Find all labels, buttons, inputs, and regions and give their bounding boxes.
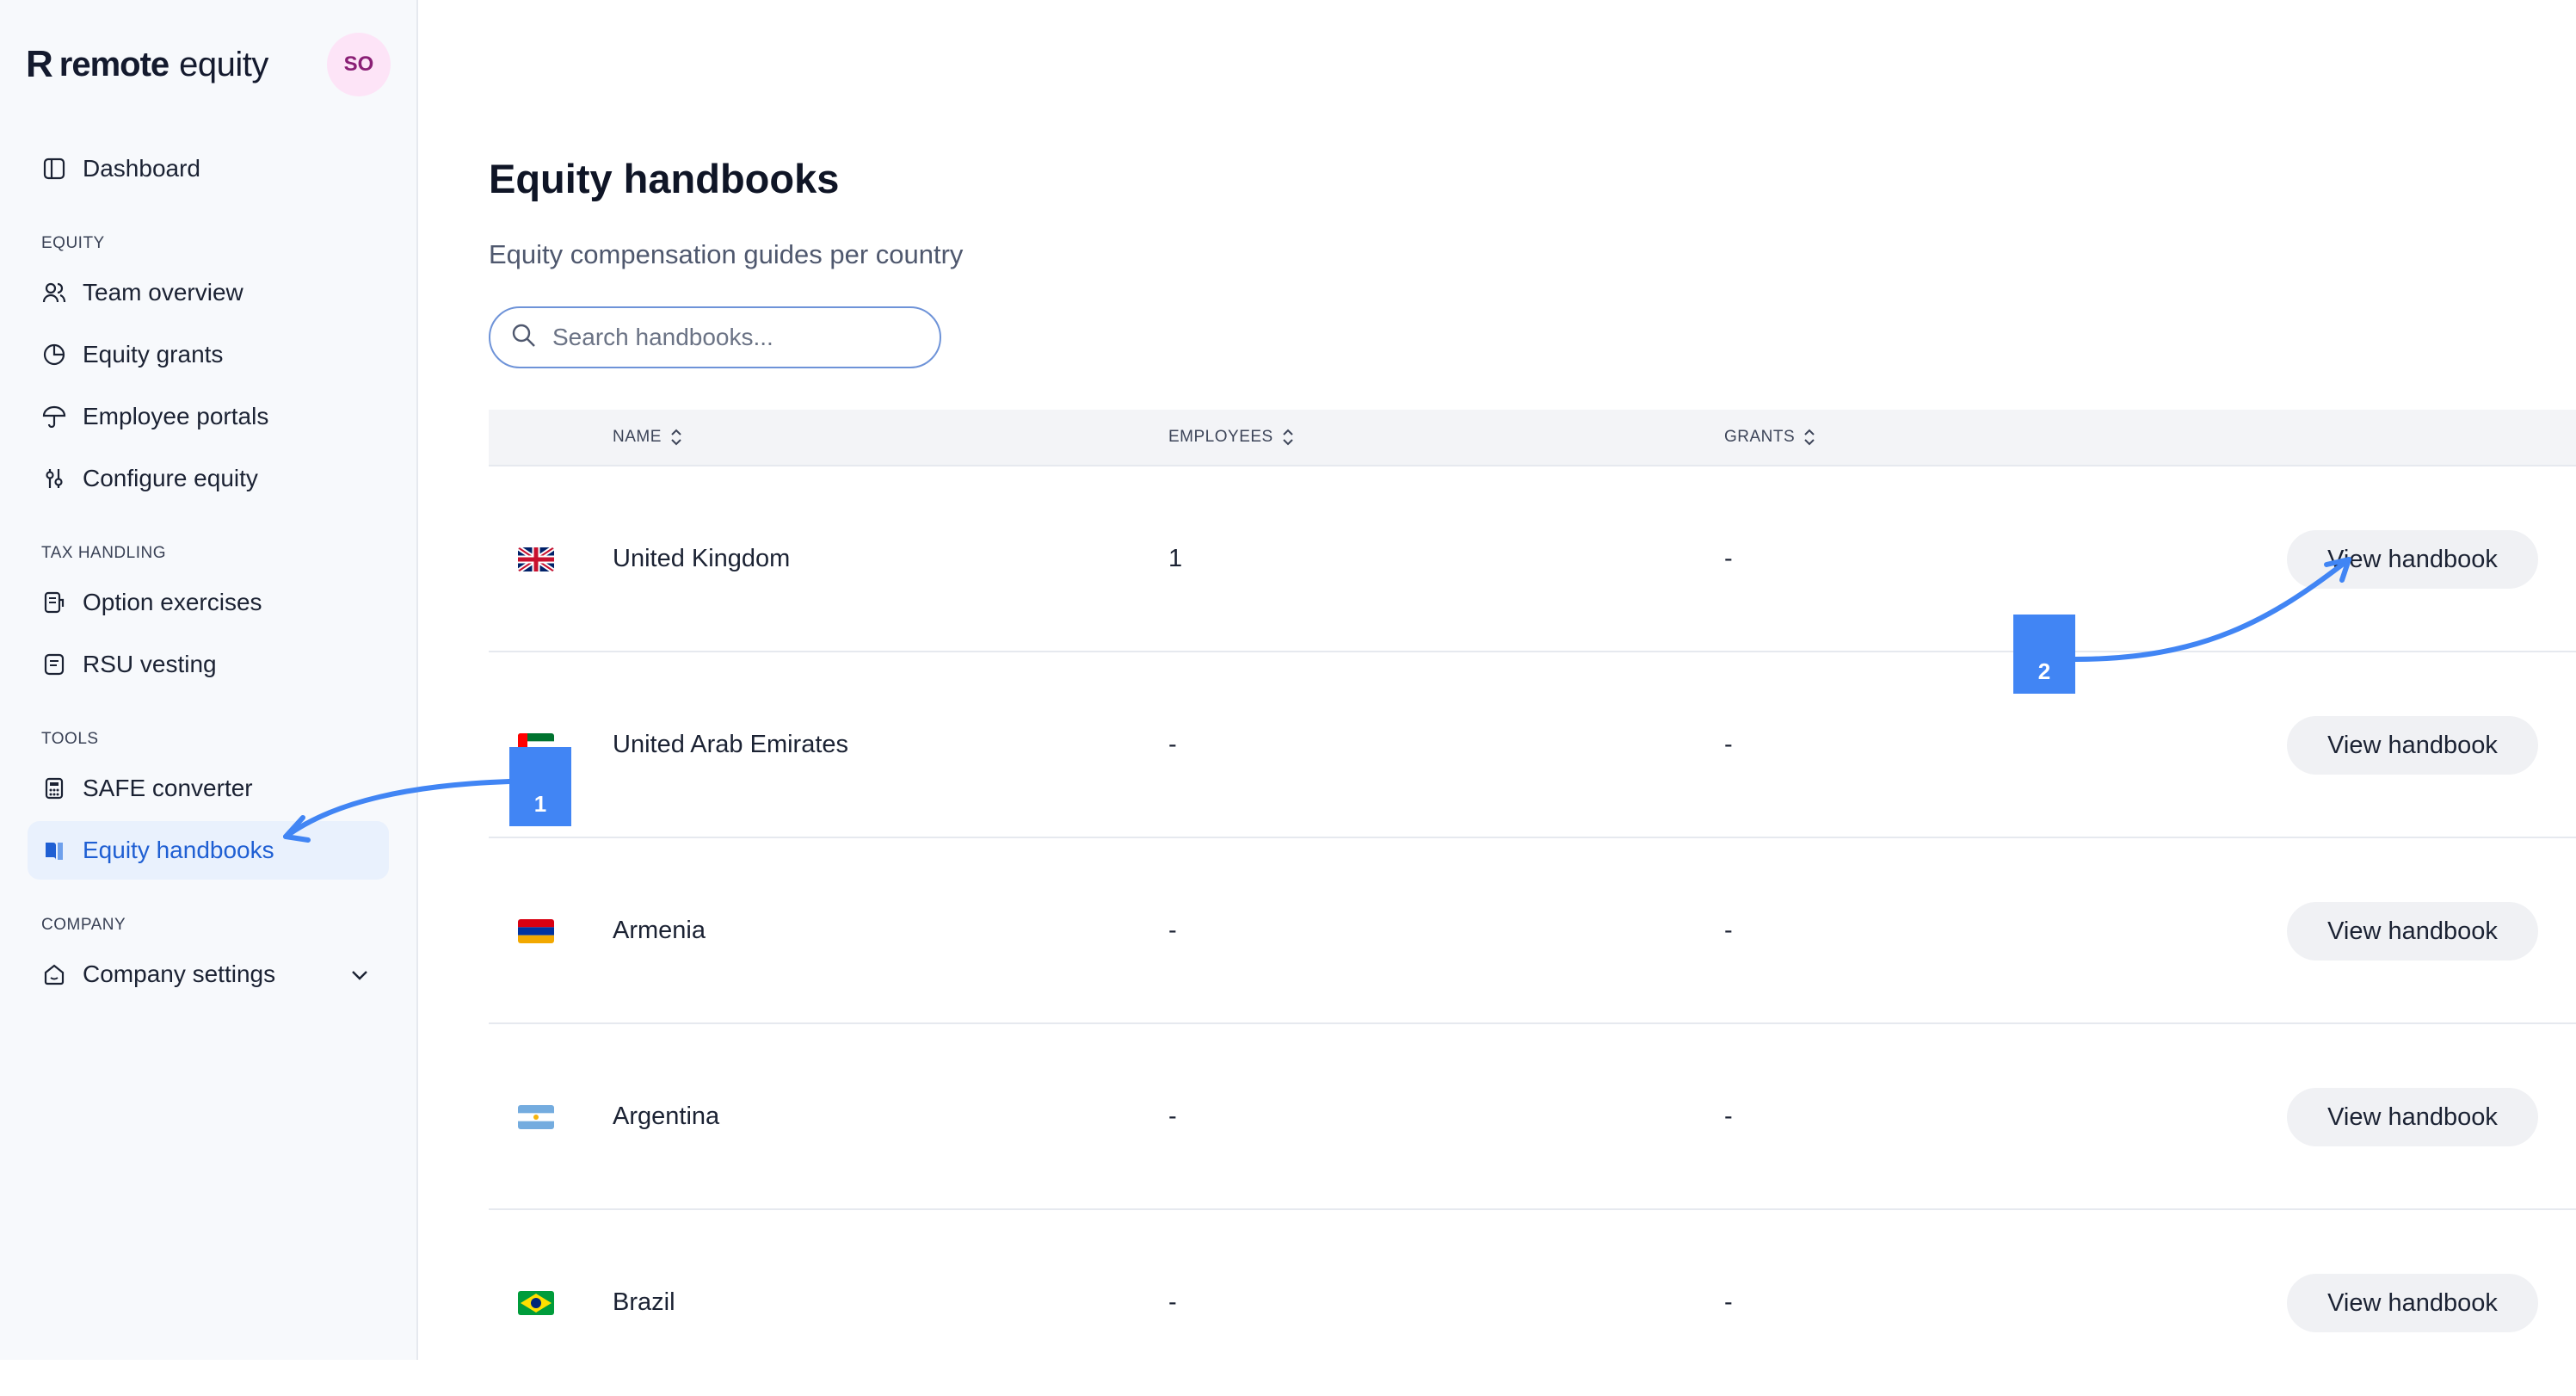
table-row: Argentina - - View handbook (489, 1024, 2576, 1210)
table-row: Armenia - - View handbook (489, 838, 2576, 1024)
country-name: Brazil (613, 1288, 675, 1316)
section-label-equity: EQUITY (41, 234, 105, 252)
sidebar-item-label: RSU vesting (83, 651, 217, 677)
logo-word-equity: equity (179, 45, 268, 83)
view-handbook-button[interactable]: View handbook (2287, 902, 2538, 961)
section-label-company: COMPANY (41, 916, 126, 934)
table-row: Brazil - - View handbook (489, 1210, 2576, 1396)
sidebar-item-equity-handbooks[interactable]: Equity handbooks (28, 821, 389, 880)
sidebar-item-label: Equity grants (83, 341, 224, 368)
calendar-doc-icon (41, 652, 67, 677)
page-title: Equity handbooks (489, 156, 840, 201)
view-handbook-button[interactable]: View handbook (2287, 1088, 2538, 1146)
document-icon (41, 590, 67, 615)
argentina-flag-icon (518, 1105, 554, 1129)
logo-mark: R (26, 43, 53, 85)
sidebar: R remote equity SO Dashboard EQUITY Team… (0, 0, 418, 1360)
employees-count: - (1168, 916, 1177, 944)
table-row: United Kingdom 1 - View handbook (489, 466, 2576, 652)
table-header: NAME EMPLOYEES GRANTS (489, 410, 2576, 466)
home-icon (41, 961, 67, 987)
view-handbook-button[interactable]: View handbook (2287, 716, 2538, 775)
sidebar-item-rsu-vesting[interactable]: RSU vesting (28, 635, 389, 694)
sidebar-item-label: Option exercises (83, 589, 262, 615)
sidebar-item-safe-converter[interactable]: SAFE converter (28, 759, 389, 818)
sidebar-item-label: Employee portals (83, 403, 269, 429)
grants-count: - (1724, 544, 1733, 572)
sidebar-item-label: SAFE converter (83, 775, 253, 801)
logo-word-remote: remote (59, 45, 169, 83)
country-name: United Kingdom (613, 544, 791, 572)
column-header-grants[interactable]: GRANTS (1724, 410, 1815, 465)
view-handbook-button[interactable]: View handbook (2287, 530, 2538, 589)
search-input[interactable] (551, 323, 898, 352)
sidebar-item-label: Dashboard (83, 155, 200, 182)
sidebar-item-dashboard[interactable]: Dashboard (28, 139, 389, 198)
sort-icon (1804, 429, 1815, 446)
sidebar-item-option-exercises[interactable]: Option exercises (28, 573, 389, 632)
grants-count: - (1724, 1288, 1733, 1316)
employees-count: - (1168, 730, 1177, 758)
grants-count: - (1724, 730, 1733, 758)
table-row: United Arab Emirates - - View handbook (489, 652, 2576, 838)
sidebar-item-label: Equity handbooks (83, 837, 274, 863)
country-name: Armenia (613, 916, 706, 944)
page-subtitle: Equity compensation guides per country (489, 239, 964, 269)
column-header-label: EMPLOYEES (1168, 428, 1273, 446)
sidebar-item-configure-equity[interactable]: Configure equity (28, 449, 389, 508)
column-header-employees[interactable]: EMPLOYEES (1168, 410, 1294, 465)
dashboard-icon (41, 156, 67, 182)
main-content: Equity handbooks Equity compensation gui… (418, 0, 2576, 1360)
brazil-flag-icon (518, 1291, 554, 1315)
umbrella-icon (41, 404, 67, 429)
sidebar-item-label: Company settings (83, 961, 276, 987)
brand-logo[interactable]: R remote equity (26, 43, 268, 86)
grants-count: - (1724, 1102, 1733, 1130)
section-label-tax-handling: TAX HANDLING (41, 544, 167, 562)
uk-flag-icon (518, 547, 554, 571)
calculator-icon (41, 775, 67, 801)
sidebar-item-label: Configure equity (83, 465, 258, 491)
employees-count: 1 (1168, 544, 1183, 572)
section-label-tools: TOOLS (41, 730, 99, 748)
country-name: United Arab Emirates (613, 730, 849, 758)
sidebar-item-equity-grants[interactable]: Equity grants (28, 325, 389, 384)
grants-count: - (1724, 916, 1733, 944)
chevron-down-icon[interactable] (349, 964, 370, 991)
country-name: Argentina (613, 1102, 720, 1130)
user-avatar[interactable]: SO (327, 33, 391, 96)
column-header-name[interactable]: NAME (613, 410, 682, 465)
armenia-flag-icon (518, 919, 554, 943)
search-box[interactable] (489, 306, 941, 368)
column-header-label: NAME (613, 428, 662, 446)
book-icon (41, 837, 67, 863)
users-icon (41, 280, 67, 306)
column-header-label: GRANTS (1724, 428, 1796, 446)
employees-count: - (1168, 1288, 1177, 1316)
annotation-badge-1: 1 (509, 747, 571, 826)
sort-icon (1283, 429, 1293, 446)
sliders-icon (41, 466, 67, 491)
sidebar-item-team-overview[interactable]: Team overview (28, 263, 389, 322)
view-handbook-button[interactable]: View handbook (2287, 1274, 2538, 1332)
annotation-badge-2: 2 (2013, 615, 2075, 694)
search-icon (511, 323, 537, 353)
sidebar-item-label: Team overview (83, 279, 243, 306)
sidebar-item-employee-portals[interactable]: Employee portals (28, 387, 389, 446)
sort-icon (671, 429, 681, 446)
employees-count: - (1168, 1102, 1177, 1130)
pie-chart-icon (41, 342, 67, 368)
sidebar-item-company-settings[interactable]: Company settings (28, 945, 389, 1004)
